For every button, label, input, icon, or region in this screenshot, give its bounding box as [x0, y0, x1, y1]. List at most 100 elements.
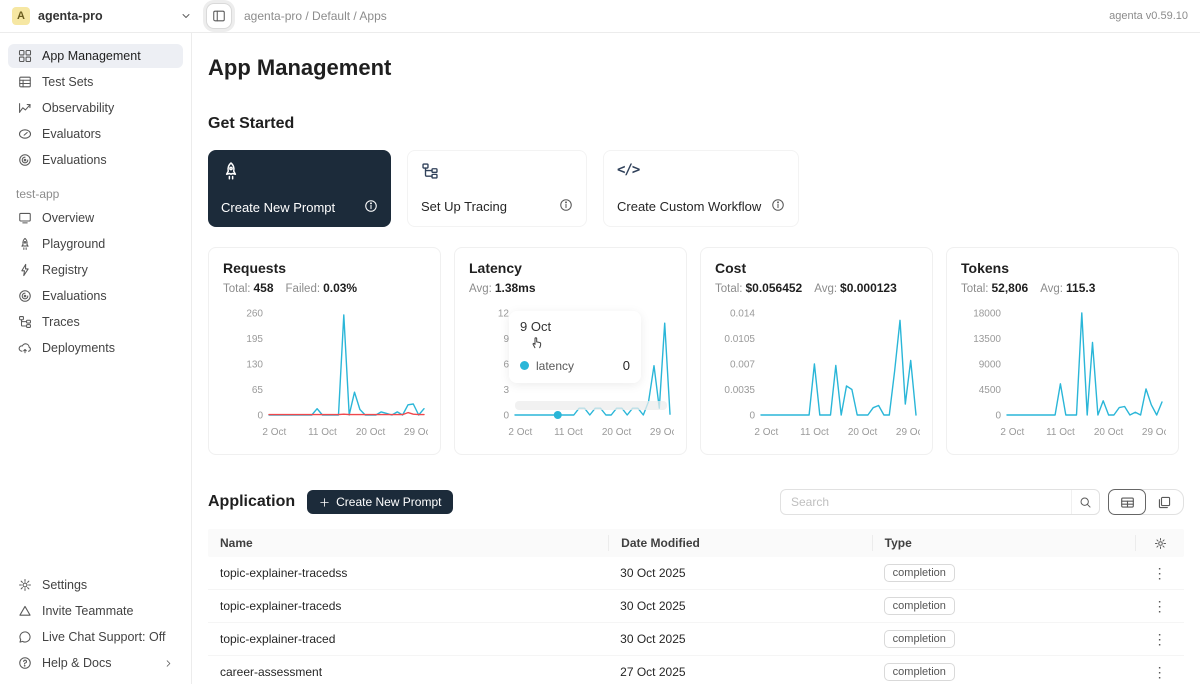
- tokens-chart-card: Tokens Total:52,806 Avg:115.3 1800013500…: [946, 247, 1179, 455]
- info-icon[interactable]: [559, 198, 573, 215]
- svg-text:0: 0: [503, 411, 509, 422]
- svg-text:12: 12: [498, 309, 510, 320]
- sidebar-item-overview[interactable]: Overview: [8, 206, 183, 230]
- sidebar-item-evaluators[interactable]: Evaluators: [8, 122, 183, 146]
- row-more-button[interactable]: ⋮: [1147, 564, 1173, 582]
- set-up-tracing-card[interactable]: Set Up Tracing: [407, 150, 587, 227]
- info-icon[interactable]: [771, 198, 785, 215]
- sidebar-item-label: Help & Docs: [42, 656, 111, 670]
- svg-text:2 Oct: 2 Oct: [1000, 427, 1024, 438]
- chart-title: Latency: [469, 260, 672, 276]
- svg-text:260: 260: [246, 309, 263, 320]
- svg-text:0.007: 0.007: [730, 360, 755, 371]
- card-view-icon: [1157, 495, 1172, 510]
- card-label: Create New Prompt: [221, 200, 335, 215]
- gear-icon: [1154, 537, 1167, 550]
- table-view-button[interactable]: [1108, 489, 1146, 515]
- app-name[interactable]: topic-explainer-tracedss: [208, 566, 608, 580]
- column-header-name[interactable]: Name: [208, 536, 608, 550]
- applications-table: Name Date Modified Type topic-explainer-…: [208, 529, 1184, 684]
- chart-stats: Total:$0.056452 Avg:$0.000123: [715, 281, 918, 295]
- sidebar-item-label: Registry: [42, 263, 88, 277]
- sidebar-item-label: Evaluations: [42, 289, 107, 303]
- svg-text:20 Oct: 20 Oct: [602, 427, 632, 438]
- latency-chart[interactable]: 9 Oct latency 0 1296302 Oct11 Oct20 Oct2…: [469, 297, 672, 449]
- tokens-chart[interactable]: 18000135009000450002 Oct11 Oct20 Oct29 O…: [961, 297, 1164, 449]
- table-row[interactable]: career-assessment 27 Oct 2025 completion…: [208, 656, 1184, 684]
- info-icon[interactable]: [364, 199, 378, 216]
- grid-icon: [17, 49, 32, 63]
- column-header-type[interactable]: Type: [872, 535, 1136, 551]
- series-value: 0: [623, 358, 630, 373]
- svg-text:29 Oct: 29 Oct: [1142, 427, 1166, 438]
- table-row[interactable]: topic-explainer-tracedss 30 Oct 2025 com…: [208, 557, 1184, 590]
- sidebar-toggle-button[interactable]: [206, 3, 232, 29]
- sidebar-item-test-sets[interactable]: Test Sets: [8, 70, 183, 94]
- svg-text:11 Oct: 11 Oct: [1046, 427, 1075, 438]
- requests-chart[interactable]: 2601951306502 Oct11 Oct20 Oct29 Oct: [223, 297, 426, 449]
- cost-chart[interactable]: 0.0140.01050.0070.003502 Oct11 Oct20 Oct…: [715, 297, 918, 449]
- card-label: Create Custom Workflow: [617, 199, 761, 214]
- chart-stats: Avg:1.38ms: [469, 281, 672, 295]
- chart-tooltip: 9 Oct latency 0: [509, 311, 641, 383]
- svg-text:2 Oct: 2 Oct: [508, 427, 532, 438]
- sidebar-item-app-management[interactable]: App Management: [8, 44, 183, 68]
- svg-text:2 Oct: 2 Oct: [754, 427, 778, 438]
- test-sets-icon: [17, 75, 32, 89]
- create-new-prompt-button[interactable]: Create New Prompt: [307, 490, 453, 514]
- row-more-button[interactable]: ⋮: [1147, 630, 1173, 648]
- sidebar-item-playground[interactable]: Playground: [8, 232, 183, 256]
- app-name[interactable]: topic-explainer-traceds: [208, 599, 608, 613]
- app-name[interactable]: topic-explainer-traced: [208, 632, 608, 646]
- sidebar-item-live-chat[interactable]: Live Chat Support: Off: [8, 625, 183, 649]
- create-new-prompt-card[interactable]: Create New Prompt: [208, 150, 391, 227]
- svg-text:65: 65: [252, 385, 264, 396]
- card-label: Set Up Tracing: [421, 199, 507, 214]
- row-more-button[interactable]: ⋮: [1147, 663, 1173, 681]
- get-started-heading: Get Started: [208, 115, 1184, 133]
- svg-text:13500: 13500: [973, 334, 1001, 345]
- create-custom-workflow-card[interactable]: </> Create Custom Workflow: [603, 150, 799, 227]
- breadcrumb[interactable]: agenta-pro / Default / Apps: [244, 9, 387, 23]
- sidebar-item-label: App Management: [42, 49, 141, 63]
- chart-title: Cost: [715, 260, 918, 276]
- triangle-icon: [17, 604, 32, 618]
- hover-band: [515, 401, 667, 410]
- sidebar-item-evaluations[interactable]: Evaluations: [8, 148, 183, 172]
- type-badge: completion: [884, 663, 955, 681]
- sidebar-item-registry[interactable]: Registry: [8, 258, 183, 282]
- sidebar: App Management Test Sets Observability E…: [0, 33, 192, 684]
- requests-chart-card: Requests Total:458 Failed:0.03% 26019513…: [208, 247, 441, 455]
- sidebar-item-traces[interactable]: Traces: [8, 310, 183, 334]
- evaluations-icon: [17, 289, 32, 303]
- sidebar-item-deployments[interactable]: Deployments: [8, 336, 183, 360]
- top-bar: A agenta-pro agenta-pro / Default / Apps…: [0, 0, 1200, 33]
- sidebar-item-help-docs[interactable]: Help & Docs: [8, 651, 183, 675]
- date-modified: 30 Oct 2025: [608, 632, 872, 646]
- sidebar-item-invite-teammate[interactable]: Invite Teammate: [8, 599, 183, 623]
- table-row[interactable]: topic-explainer-traced 30 Oct 2025 compl…: [208, 623, 1184, 656]
- sidebar-item-observability[interactable]: Observability: [8, 96, 183, 120]
- svg-text:29 Oct: 29 Oct: [650, 427, 674, 438]
- row-more-button[interactable]: ⋮: [1147, 597, 1173, 615]
- table-row[interactable]: topic-explainer-traceds 30 Oct 2025 comp…: [208, 590, 1184, 623]
- svg-text:20 Oct: 20 Oct: [848, 427, 878, 438]
- search-icon[interactable]: [1071, 490, 1099, 514]
- card-view-button[interactable]: [1145, 490, 1183, 514]
- monitor-icon: [17, 211, 32, 225]
- column-settings[interactable]: [1135, 535, 1184, 551]
- tooltip-series-row: latency 0: [520, 358, 630, 373]
- workspace-switcher[interactable]: A agenta-pro: [12, 7, 192, 25]
- app-name[interactable]: career-assessment: [208, 665, 608, 679]
- column-header-date-modified[interactable]: Date Modified: [608, 535, 872, 551]
- svg-text:4500: 4500: [979, 385, 1002, 396]
- sidebar-item-label: Observability: [42, 101, 114, 115]
- sidebar-item-settings[interactable]: Settings: [8, 573, 183, 597]
- search-input[interactable]: [781, 495, 1071, 509]
- tracing-icon: [421, 162, 573, 185]
- workspace-name: agenta-pro: [38, 9, 103, 23]
- svg-text:2 Oct: 2 Oct: [262, 427, 286, 438]
- sidebar-item-evaluations-project[interactable]: Evaluations: [8, 284, 183, 308]
- table-header: Name Date Modified Type: [208, 529, 1184, 557]
- series-label: latency: [536, 359, 574, 373]
